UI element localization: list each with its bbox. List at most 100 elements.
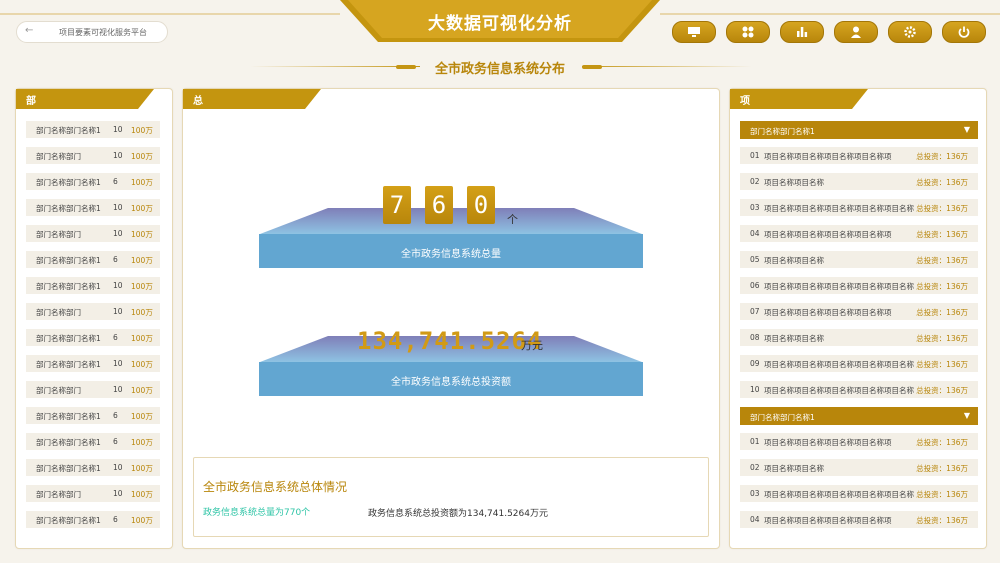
power-icon (958, 26, 970, 38)
project-group-name: 部门名称部门名称1 (750, 413, 815, 422)
department-count: 10 (113, 359, 123, 368)
section-subtitle: 全市政务信息系统分布 (434, 62, 565, 77)
investment-label: 全市政务信息系统总投资额 (391, 377, 511, 388)
department-row[interactable]: 部门名称部门名称1 10 100万 (26, 459, 160, 476)
department-name: 部门名称部门名称1 (36, 438, 101, 447)
project-investment: 总投资：136万 (916, 490, 968, 499)
department-name: 部门名称部门 (36, 230, 81, 239)
arrow-left-icon: ← (25, 25, 34, 36)
project-index: 05 (750, 255, 760, 264)
project-name: 项目名称项目名称 (764, 256, 824, 265)
department-row[interactable]: 部门名称部门名称1 6 100万 (26, 329, 160, 346)
department-count: 6 (113, 515, 118, 524)
department-count: 10 (113, 229, 123, 238)
project-index: 01 (750, 437, 760, 446)
power-button[interactable] (942, 21, 986, 43)
department-name: 部门名称部门 (36, 386, 81, 395)
project-index: 07 (750, 307, 760, 316)
project-index: 10 (750, 385, 760, 394)
investment-unit: 万元 (521, 339, 543, 352)
department-row[interactable]: 部门名称部门名称1 10 100万 (26, 355, 160, 372)
app-title: 大数据可视化分析 (428, 14, 572, 34)
department-row[interactable]: 部门名称部门名称1 10 100万 (26, 121, 160, 138)
project-row[interactable]: 04 项目名称项目名称项目名称项目名称项 总投资：136万 (740, 225, 978, 242)
header-tab-shape (730, 89, 868, 109)
department-row[interactable]: 部门名称部门 10 100万 (26, 381, 160, 398)
department-name: 部门名称部门名称1 (36, 126, 101, 135)
department-row[interactable]: 部门名称部门名称1 6 100万 (26, 433, 160, 450)
department-row[interactable]: 部门名称部门 10 100万 (26, 147, 160, 164)
project-index: 04 (750, 515, 760, 524)
project-name: 项目名称项目名称 (764, 178, 824, 187)
platform-name: 项目要素可视化服务平台 (59, 28, 147, 37)
department-count: 10 (113, 489, 123, 498)
department-name: 部门名称部门名称1 (36, 256, 101, 265)
back-button[interactable]: ← 项目要素可视化服务平台 (16, 21, 168, 43)
department-name: 部门名称部门名称1 (36, 282, 101, 291)
project-group-name: 部门名称部门名称1 (750, 127, 815, 136)
project-name: 项目名称项目名称项目名称项目名称项目名称 (764, 360, 914, 369)
department-count: 10 (113, 203, 123, 212)
project-group-header[interactable]: 部门名称部门名称1 ▼ (740, 407, 978, 425)
department-row[interactable]: 部门名称部门名称1 6 100万 (26, 407, 160, 424)
project-row[interactable]: 01 项目名称项目名称项目名称项目名称项 总投资：136万 (740, 433, 978, 450)
apps-button[interactable] (726, 21, 770, 43)
department-count: 6 (113, 177, 118, 186)
project-group-header[interactable]: 部门名称部门名称1 ▼ (740, 121, 978, 139)
project-index: 02 (750, 463, 760, 472)
department-row[interactable]: 部门名称部门名称1 10 100万 (26, 277, 160, 294)
department-row[interactable]: 部门名称部门名称1 6 100万 (26, 511, 160, 528)
chart-button[interactable] (780, 21, 824, 43)
project-row[interactable]: 07 项目名称项目名称项目名称项目名称项 总投资：136万 (740, 303, 978, 320)
settings-button[interactable] (888, 21, 932, 43)
project-index: 09 (750, 359, 760, 368)
header-tab-shape (183, 89, 321, 109)
department-row[interactable]: 部门名称部门 10 100万 (26, 303, 160, 320)
department-name: 部门名称部门名称1 (36, 516, 101, 525)
department-row[interactable]: 部门名称部门名称1 6 100万 (26, 173, 160, 190)
project-index: 04 (750, 229, 760, 238)
department-amount: 100万 (131, 178, 153, 187)
department-row[interactable]: 部门名称部门 10 100万 (26, 225, 160, 242)
project-row[interactable]: 09 项目名称项目名称项目名称项目名称项目名称 总投资：136万 (740, 355, 978, 372)
project-investment: 总投资：136万 (916, 360, 968, 369)
gear-icon (904, 26, 916, 38)
caret-down-icon: ▼ (963, 125, 970, 134)
project-investment: 总投资：136万 (916, 204, 968, 213)
monitor-button[interactable] (672, 21, 716, 43)
department-row[interactable]: 部门名称部门名称1 6 100万 (26, 251, 160, 268)
project-investment: 总投资：136万 (916, 464, 968, 473)
panel-title: 总体情况 (193, 96, 203, 152)
summary-title: 全市政务信息系统总体情况 (203, 480, 348, 494)
project-row[interactable]: 03 项目名称项目名称项目名称项目名称项目名称 总投资：136万 (740, 485, 978, 502)
project-row[interactable]: 04 项目名称项目名称项目名称项目名称项 总投资：136万 (740, 511, 978, 528)
project-investment: 总投资：136万 (916, 152, 968, 161)
department-amount: 100万 (131, 230, 153, 239)
department-name: 部门名称部门名称1 (36, 334, 101, 343)
project-name: 项目名称项目名称项目名称项目名称项目名称 (764, 204, 914, 213)
project-row[interactable]: 02 项目名称项目名称 总投资：136万 (740, 173, 978, 190)
user-button[interactable] (834, 21, 878, 43)
user-icon (851, 26, 861, 38)
department-name: 部门名称部门 (36, 490, 81, 499)
top-bar: 大数据可视化分析 ← 项目要素可视化服务平台 (0, 0, 1000, 56)
project-name: 项目名称项目名称项目名称项目名称项 (764, 152, 892, 161)
project-investment: 总投资：136万 (916, 308, 968, 317)
project-row[interactable]: 03 项目名称项目名称项目名称项目名称项目名称 总投资：136万 (740, 199, 978, 216)
department-name: 部门名称部门 (36, 308, 81, 317)
project-row[interactable]: 01 项目名称项目名称项目名称项目名称项 总投资：136万 (740, 147, 978, 164)
project-row[interactable]: 10 项目名称项目名称项目名称项目名称项目名称 总投资：136万 (740, 381, 978, 398)
department-name: 部门名称部门名称1 (36, 360, 101, 369)
project-row[interactable]: 02 项目名称项目名称 总投资：136万 (740, 459, 978, 476)
project-list-panel: 项目列表 部门名称部门名称1▼01项目名称项目名称项目名称项目名称项总投资：13… (729, 88, 987, 549)
project-row[interactable]: 05 项目名称项目名称 总投资：136万 (740, 251, 978, 268)
department-row[interactable]: 部门名称部门 10 100万 (26, 485, 160, 502)
count-digit: 0 (467, 186, 495, 224)
project-row[interactable]: 08 项目名称项目名称 总投资：136万 (740, 329, 978, 346)
project-row[interactable]: 06 项目名称项目名称项目名称项目名称项目名称 总投资：136万 (740, 277, 978, 294)
project-name: 项目名称项目名称项目名称项目名称项目名称 (764, 386, 914, 395)
bar-chart-icon (797, 27, 808, 37)
overview-panel: 总体情况 7 6 0 个 全市政务信息系统总量 134,741.5264 万元 … (182, 88, 720, 549)
department-row[interactable]: 部门名称部门名称1 10 100万 (26, 199, 160, 216)
summary-count-text: 政务信息系统总量为770个 (203, 508, 311, 518)
